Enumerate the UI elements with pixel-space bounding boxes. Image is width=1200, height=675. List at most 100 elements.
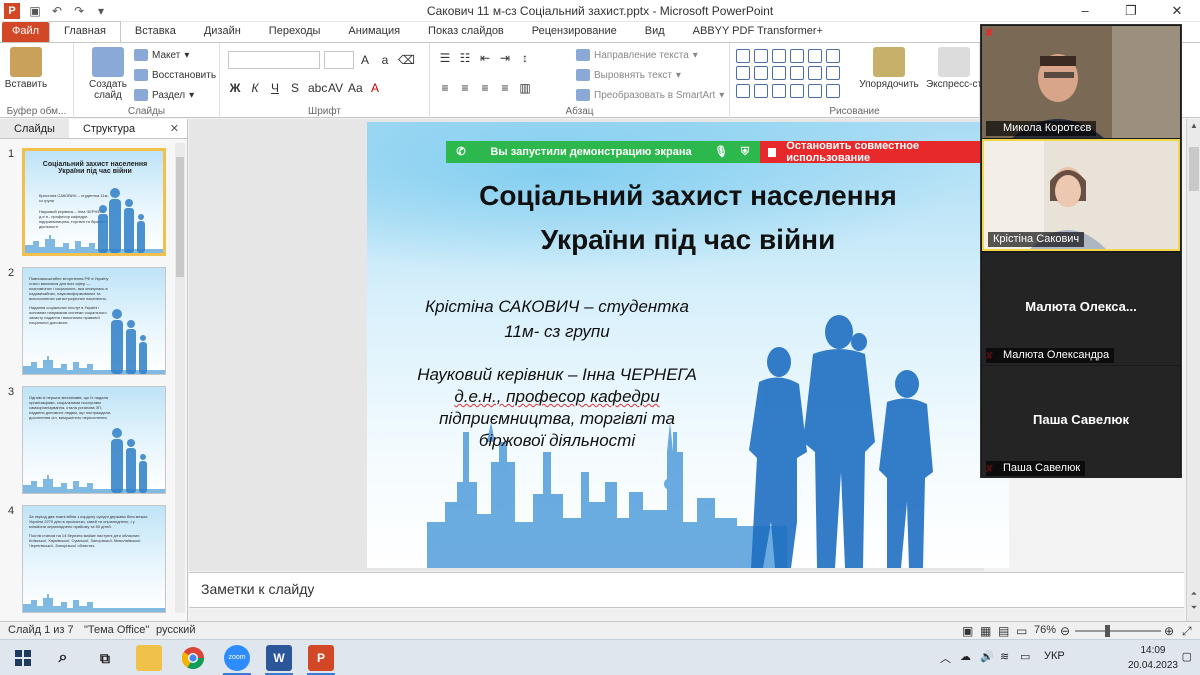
language-indicator[interactable]: УКР [1044, 650, 1065, 662]
tab-file[interactable]: Файл [2, 22, 50, 42]
start-icon[interactable] [10, 645, 36, 671]
spacing-icon[interactable]: AV [328, 81, 343, 95]
network-icon[interactable]: ≋ [1000, 650, 1009, 663]
tab-animations[interactable]: Анимация [334, 22, 414, 42]
shrink-font-icon[interactable]: a [378, 53, 392, 67]
stop-sharing-button[interactable]: Остановить совместное использование [760, 140, 996, 164]
slide-sorter-icon[interactable]: ▦ [980, 624, 991, 638]
editor-scrollbar[interactable]: ▲ ⏶ ⏷ [1186, 119, 1200, 621]
chrome-icon[interactable] [180, 645, 206, 671]
decrease-indent-icon[interactable]: ⇤ [478, 51, 492, 65]
phone-icon[interactable]: ✆ [454, 145, 468, 159]
columns-icon[interactable]: ▥ [518, 81, 532, 95]
quick-styles-icon [938, 47, 970, 77]
language-indicator[interactable]: русский [156, 624, 195, 636]
tab-home[interactable]: Главная [49, 21, 121, 42]
task-view-icon[interactable]: ⧉ [92, 645, 118, 671]
slides-panel: Слайды Структура ✕ 1 Соціальний захист н… [0, 119, 188, 621]
clock[interactable]: 14:09 20.04.2023 [1128, 643, 1178, 673]
layout-button[interactable]: Макет ▾ [134, 49, 189, 61]
section-button[interactable]: Раздел ▾ [134, 89, 194, 101]
grow-font-icon[interactable]: A [358, 53, 372, 67]
zoom-icon[interactable]: zoom [224, 645, 250, 671]
fit-to-window-icon[interactable]: ⤢ [1182, 624, 1192, 639]
new-slide-icon [92, 47, 124, 77]
scroll-up-icon[interactable]: ▲ [1187, 121, 1200, 130]
tab-view[interactable]: Вид [631, 22, 679, 42]
underline-icon[interactable]: Ч [268, 81, 282, 95]
tab-outline[interactable]: Структура [69, 119, 149, 138]
tab-insert[interactable]: Вставка [121, 22, 190, 42]
microphone-icon[interactable]: 🎙 [714, 145, 728, 159]
clear-format-icon[interactable]: ⌫ [398, 53, 415, 67]
slide-editor: Соціальний захист населення України під … [189, 119, 1009, 571]
volume-icon[interactable]: 🔊 [980, 650, 994, 663]
restore-icon[interactable]: ❐ [1108, 0, 1154, 22]
zoom-in-icon[interactable]: ⊕ [1164, 624, 1174, 638]
horizontal-scrollbar[interactable] [189, 609, 1184, 621]
onedrive-icon[interactable]: ☁ [960, 650, 971, 663]
chevron-up-icon[interactable]: ︿ [940, 650, 951, 666]
slideshow-icon[interactable]: ▭ [1016, 624, 1027, 638]
shapes-gallery[interactable] [736, 49, 846, 99]
slides-panel-tabs: Слайды Структура ✕ [0, 119, 187, 139]
align-center-icon[interactable]: ≡ [458, 81, 472, 95]
next-slide-icon[interactable]: ⏷ [1187, 603, 1200, 613]
reset-icon [134, 69, 148, 81]
participant-tile-active[interactable]: Крістіна Сакович [982, 139, 1180, 251]
current-slide[interactable]: Соціальний захист населення України під … [367, 122, 1009, 568]
theme-name[interactable]: "Тема Office" [84, 624, 149, 636]
arrange-button[interactable]: Упорядочить [856, 47, 922, 90]
notes-pane[interactable]: Заметки к слайду [189, 572, 1184, 608]
close-icon[interactable]: ✕ [1154, 0, 1200, 22]
tab-abbyy[interactable]: ABBYY PDF Transformer+ [679, 22, 837, 42]
reading-view-icon[interactable]: ▤ [998, 624, 1009, 638]
family-silhouette-icon [749, 315, 933, 568]
participant-tile[interactable]: ✘ Микола Коротєєв [982, 26, 1180, 138]
text-direction-button[interactable]: Направление текста ▾ [576, 49, 698, 61]
align-right-icon[interactable]: ≡ [478, 81, 492, 95]
minimize-icon[interactable]: – [1062, 0, 1108, 22]
case-icon[interactable]: Aa [348, 81, 363, 95]
slides-group: Создать слайд Макет ▾ Восстановить Раздел… [74, 43, 220, 119]
tab-slides[interactable]: Слайды [0, 119, 69, 138]
smartart-button[interactable]: Преобразовать в SmartArt ▾ [576, 89, 724, 101]
numbering-icon[interactable]: ☷ [458, 51, 472, 65]
participant-tile[interactable]: Паша Савелюк ✘ Паша Савелюк [982, 366, 1180, 478]
quick-styles-button[interactable]: Экспресс-ст [924, 47, 984, 90]
increase-indent-icon[interactable]: ⇥ [498, 51, 512, 65]
slides-panel-scrollbar[interactable] [175, 143, 185, 613]
paste-button[interactable]: Вставить [2, 47, 50, 90]
prev-slide-icon[interactable]: ⏶ [1187, 589, 1200, 599]
normal-view-icon[interactable]: ▣ [962, 624, 973, 638]
new-slide-button[interactable]: Создать слайд [84, 47, 132, 101]
shadow-icon[interactable]: S [288, 81, 302, 95]
close-panel-icon[interactable]: ✕ [162, 119, 187, 138]
notifications-icon[interactable]: ▢ [1182, 650, 1192, 663]
bullets-icon[interactable]: ☰ [438, 51, 452, 65]
bold-icon[interactable]: Ж [228, 81, 242, 95]
tab-transitions[interactable]: Переходы [255, 22, 335, 42]
align-left-icon[interactable]: ≡ [438, 81, 452, 95]
zoom-out-icon[interactable]: ⊖ [1060, 624, 1070, 638]
font-color-icon[interactable]: A [368, 81, 382, 95]
word-icon[interactable]: W [266, 645, 292, 671]
line-spacing-icon[interactable]: ↕ [518, 51, 532, 65]
tab-slideshow[interactable]: Показ слайдов [414, 22, 518, 42]
font-name-select[interactable] [228, 51, 320, 69]
tab-review[interactable]: Рецензирование [518, 22, 631, 42]
italic-icon[interactable]: К [248, 81, 262, 95]
align-text-button[interactable]: Выровнять текст ▾ [576, 69, 681, 81]
tab-design[interactable]: Дизайн [190, 22, 255, 42]
reset-button[interactable]: Восстановить [134, 69, 216, 81]
justify-icon[interactable]: ≡ [498, 81, 512, 95]
strikethrough-icon[interactable]: abc [308, 81, 327, 95]
file-explorer-icon[interactable] [136, 645, 162, 671]
font-size-select[interactable] [324, 51, 354, 69]
participant-tile[interactable]: Малюта Олекса... ✘ Малюта Олександра [982, 253, 1180, 365]
powerpoint-icon[interactable]: P [308, 645, 334, 671]
battery-icon[interactable]: ▭ [1020, 650, 1030, 663]
zoom-level[interactable]: 76% [1034, 624, 1056, 636]
zoom-slider[interactable] [1075, 625, 1161, 637]
search-icon[interactable]: ⌕ [50, 645, 76, 671]
